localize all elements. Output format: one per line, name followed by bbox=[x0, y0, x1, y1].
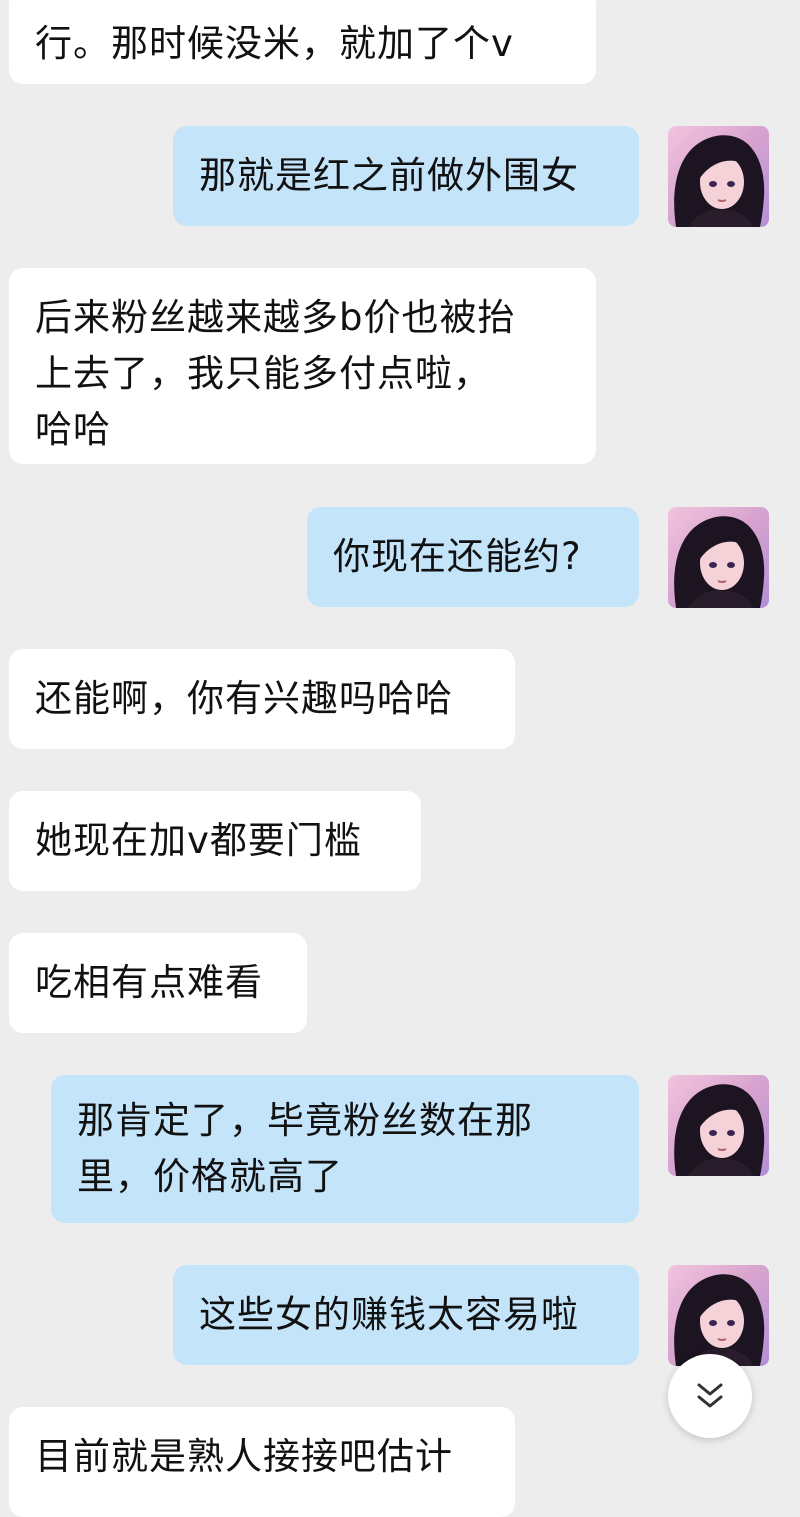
double-chevron-down-icon bbox=[697, 1383, 723, 1408]
user-avatar-icon[interactable] bbox=[668, 507, 769, 608]
incoming-message[interactable]: 吃相有点难看 bbox=[9, 933, 307, 1033]
incoming-message[interactable]: 目前就是熟人接接吧估计 bbox=[9, 1407, 515, 1517]
chat-message-list[interactable]: 行。那时候没米，就加了个v 那就是红之前做外围女 后来粉丝越来越多b价也被抬 上… bbox=[0, 0, 800, 1517]
user-avatar-icon[interactable] bbox=[668, 1075, 769, 1176]
outgoing-message[interactable]: 那就是红之前做外围女 bbox=[173, 126, 639, 226]
scroll-to-bottom-button[interactable] bbox=[668, 1354, 752, 1438]
incoming-message[interactable]: 她现在加v都要门槛 bbox=[9, 791, 421, 891]
outgoing-message[interactable]: 这些女的赚钱太容易啦 bbox=[173, 1265, 639, 1365]
user-avatar-icon[interactable] bbox=[668, 126, 769, 227]
outgoing-message[interactable]: 那肯定了，毕竟粉丝数在那 里，价格就高了 bbox=[51, 1075, 639, 1223]
outgoing-message[interactable]: 你现在还能约? bbox=[307, 507, 639, 607]
incoming-message[interactable]: 后来粉丝越来越多b价也被抬 上去了，我只能多付点啦， 哈哈 bbox=[9, 268, 596, 464]
incoming-message[interactable]: 行。那时候没米，就加了个v bbox=[9, 0, 596, 84]
user-avatar-icon[interactable] bbox=[668, 1265, 769, 1366]
incoming-message[interactable]: 还能啊，你有兴趣吗哈哈 bbox=[9, 649, 515, 749]
